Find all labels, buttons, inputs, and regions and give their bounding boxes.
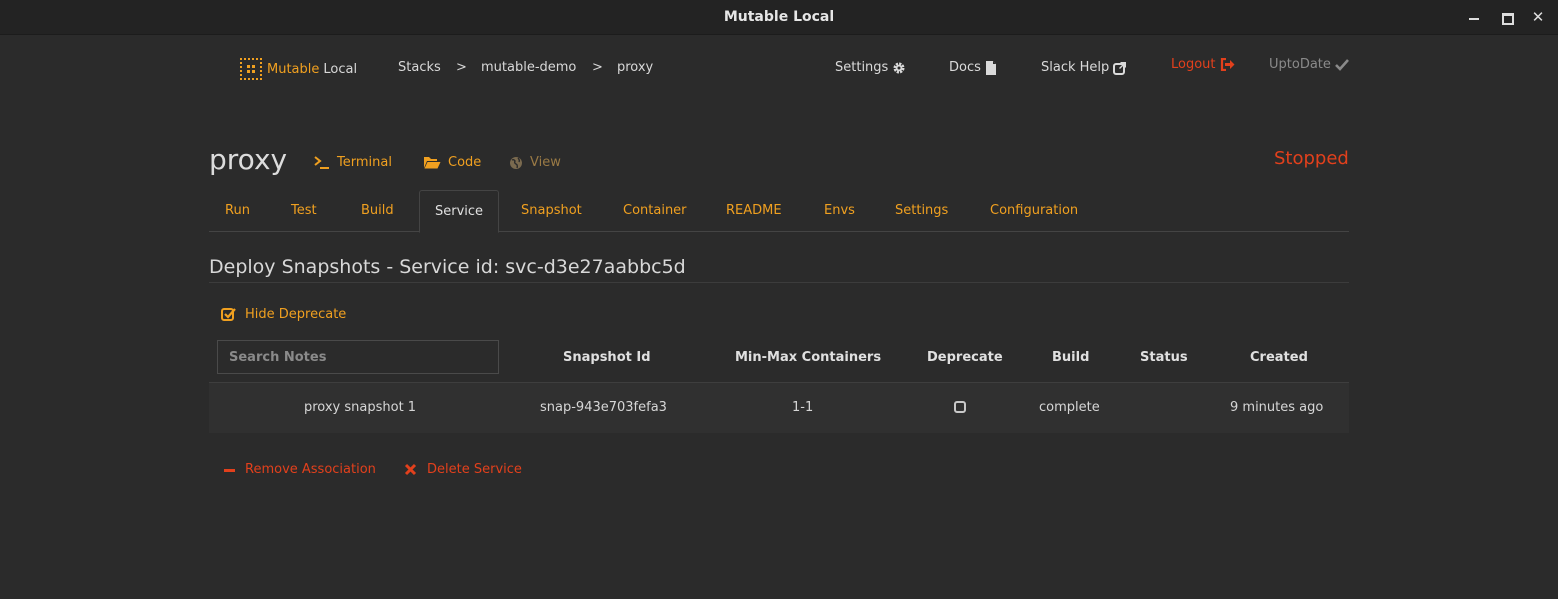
brand-link[interactable]: Mutable Local (240, 58, 357, 80)
docs-label: Docs (949, 60, 981, 75)
maximize-icon[interactable] (1499, 10, 1514, 25)
table-row[interactable]: proxy snapshot 1 snap-943e703fefa3 1-1 c… (209, 383, 1349, 433)
minimize-icon[interactable] (1467, 10, 1481, 24)
remove-association-label: Remove Association (245, 462, 376, 477)
settings-label: Settings (835, 60, 889, 75)
tab-configuration[interactable]: Configuration (990, 190, 1078, 232)
settings-link[interactable]: Settings (835, 60, 906, 75)
globe-icon (509, 156, 523, 170)
tab-test[interactable]: Test (291, 190, 317, 232)
page-title: proxy (209, 143, 288, 176)
search-notes-input[interactable] (217, 340, 499, 374)
view-button[interactable]: View (509, 155, 561, 170)
window-title: Mutable Local (723, 9, 835, 25)
remove-association-button[interactable]: Remove Association (224, 462, 376, 477)
document-icon (985, 60, 997, 75)
delete-service-label: Delete Service (427, 462, 522, 477)
cell-notes: proxy snapshot 1 (304, 400, 417, 415)
tab-bar: Run Test Build Service Snapshot Containe… (209, 190, 1349, 233)
logout-icon (1220, 58, 1235, 71)
uptodate-label: UptoDate (1269, 57, 1331, 72)
breadcrumb-separator: > (592, 60, 603, 75)
brand-secondary: Local (323, 61, 358, 77)
deprecate-checkbox[interactable] (954, 401, 966, 413)
section-title: Deploy Snapshots - Service id: svc-d3e27… (209, 256, 686, 278)
cell-build: complete (1039, 400, 1100, 415)
terminal-button[interactable]: Terminal (314, 155, 392, 170)
logout-label: Logout (1171, 57, 1216, 72)
close-icon[interactable]: ✕ (1531, 10, 1545, 25)
brand-primary: Mutable (267, 61, 320, 77)
tab-readme[interactable]: README (726, 190, 782, 232)
tab-settings[interactable]: Settings (895, 190, 948, 232)
column-header-created: Created (1250, 350, 1308, 365)
docs-link[interactable]: Docs (949, 60, 997, 75)
column-header-snapshot-id: Snapshot Id (563, 350, 651, 365)
uptodate-status: UptoDate (1269, 57, 1349, 72)
code-button[interactable]: Code (423, 155, 481, 170)
window-titlebar: Mutable Local ✕ (0, 0, 1558, 35)
terminal-icon (314, 155, 330, 170)
tab-run[interactable]: Run (225, 190, 250, 232)
view-label: View (530, 155, 561, 170)
mutable-logo-icon (240, 58, 262, 80)
gear-icon (892, 61, 906, 75)
tab-container[interactable]: Container (623, 190, 687, 232)
column-header-build: Build (1052, 350, 1090, 365)
terminal-label: Terminal (337, 155, 392, 170)
cell-snapshot-id: snap-943e703fefa3 (540, 400, 667, 415)
status-badge: Stopped (1274, 148, 1349, 169)
cell-created: 9 minutes ago (1230, 400, 1324, 415)
hide-deprecate-toggle[interactable]: Hide Deprecate (221, 307, 346, 322)
checked-checkbox-icon (221, 307, 236, 322)
cell-min-max: 1-1 (792, 400, 814, 415)
logout-link[interactable]: Logout (1171, 57, 1235, 72)
check-icon (1334, 58, 1349, 71)
breadcrumb-proxy[interactable]: proxy (617, 60, 653, 75)
delete-service-button[interactable]: Delete Service (404, 462, 522, 477)
slack-help-link[interactable]: Slack Help (1041, 60, 1127, 75)
column-header-status: Status (1140, 350, 1188, 365)
top-nav: Mutable Local Stacks > mutable-demo > pr… (0, 57, 1558, 86)
section-divider (209, 282, 1349, 283)
breadcrumb-mutable-demo[interactable]: mutable-demo (481, 60, 576, 75)
minus-icon (224, 464, 235, 476)
breadcrumb-separator: > (456, 60, 467, 75)
folder-open-icon (423, 156, 441, 169)
tab-snapshot[interactable]: Snapshot (521, 190, 582, 232)
slack-help-label: Slack Help (1041, 60, 1110, 75)
column-header-min-max-containers: Min-Max Containers (735, 350, 882, 365)
tab-build[interactable]: Build (361, 190, 394, 232)
breadcrumb-stacks[interactable]: Stacks (398, 60, 441, 75)
times-icon (404, 463, 417, 476)
hide-deprecate-label: Hide Deprecate (245, 307, 347, 322)
external-link-icon (1113, 61, 1127, 75)
column-header-deprecate: Deprecate (927, 350, 1003, 365)
tab-envs[interactable]: Envs (824, 190, 855, 232)
tab-service[interactable]: Service (419, 190, 500, 233)
code-label: Code (448, 155, 482, 170)
